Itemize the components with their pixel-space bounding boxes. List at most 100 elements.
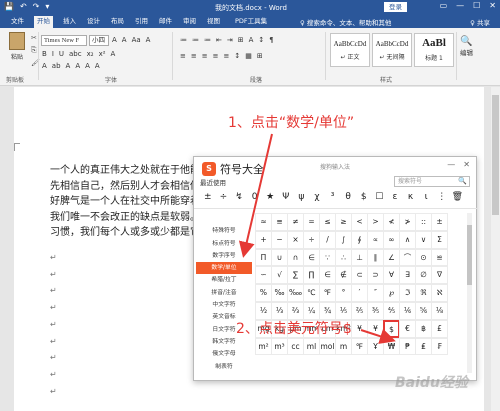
symbol-cell[interactable]: + xyxy=(255,230,272,249)
symbol-cell[interactable]: ml xyxy=(303,337,320,356)
symbol-cell[interactable]: ‱ xyxy=(287,284,304,302)
symbol-cell[interactable]: × xyxy=(287,230,304,249)
document-line[interactable]: 我们唯一不会改正的缺点是软弱。 xyxy=(50,210,200,226)
symbol-cell[interactable]: ∮ xyxy=(351,230,368,249)
recent-symbol[interactable]: 0 xyxy=(247,190,263,204)
symbol-cell[interactable]: = xyxy=(303,213,320,231)
symbol-cell[interactable]: m xyxy=(335,337,352,356)
symbol-cell[interactable]: m² xyxy=(255,337,272,356)
ribbon-command-icon[interactable]: ⇥ xyxy=(227,36,233,44)
tab-3[interactable]: 设计 xyxy=(84,16,103,28)
symbol-cell[interactable]: ∈ xyxy=(303,248,320,267)
ribbon-command-icon[interactable]: A xyxy=(66,62,71,70)
window-control-icon[interactable]: ▭ xyxy=(440,1,448,10)
symbol-cell[interactable]: ° xyxy=(335,284,352,302)
login-button[interactable]: 登录 xyxy=(384,2,407,12)
tell-me-search[interactable]: ♀ 搜索命令、文本、帮助和其他 xyxy=(300,17,391,27)
ribbon-command-icon[interactable]: ≡ xyxy=(224,52,230,60)
editing-button[interactable]: 🔍 编辑 xyxy=(460,36,473,57)
symbol-cell[interactable]: ₱ xyxy=(399,337,416,356)
symbol-cell[interactable]: ∇ xyxy=(431,266,448,285)
symbol-cell[interactable]: ∃ xyxy=(399,266,416,285)
symbol-cell[interactable]: Σ xyxy=(431,230,448,249)
tab-9[interactable]: PDF工具集 xyxy=(232,16,270,28)
ribbon-command-icon[interactable]: ≔ xyxy=(180,36,187,44)
symbol-cell[interactable]: % xyxy=(255,284,272,302)
recent-symbol[interactable]: ³ xyxy=(325,190,341,204)
ribbon-command-icon[interactable]: U xyxy=(59,50,64,58)
symbol-cell[interactable]: ⅘ xyxy=(383,301,400,320)
recent-symbol[interactable]: ↯ xyxy=(231,190,247,204)
symbol-cell[interactable]: ⌒ xyxy=(399,248,416,267)
category-item[interactable]: 拼音/注音 xyxy=(196,287,252,299)
share-button[interactable]: ♀ 共享 xyxy=(470,17,490,27)
window-control-icon[interactable]: — xyxy=(456,1,464,10)
ribbon-command-icon[interactable]: Aa xyxy=(132,36,141,44)
symbol-cell[interactable]: ∞ xyxy=(383,230,400,249)
symbol-cell[interactable]: ∑ xyxy=(287,266,304,285)
ribbon-command-icon[interactable]: ≡ xyxy=(180,52,186,60)
style-2[interactable]: AaBl 标题 1 xyxy=(414,33,454,67)
dialog-scrollbar-thumb[interactable] xyxy=(467,225,472,285)
symbol-cell[interactable]: ± xyxy=(431,213,448,231)
ribbon-command-icon[interactable]: B xyxy=(42,50,47,58)
ribbon-command-icon[interactable]: A xyxy=(111,50,116,58)
close-icon[interactable]: ✕ xyxy=(463,160,470,169)
recent-symbol[interactable]: ι xyxy=(418,190,434,204)
symbol-cell[interactable]: ≈ xyxy=(255,213,272,231)
ribbon-command-icon[interactable]: ⊞ xyxy=(238,36,244,44)
symbol-cell[interactable]: ₤ xyxy=(415,337,432,356)
ribbon-command-icon[interactable]: ab xyxy=(52,62,61,70)
recent-symbol[interactable]: $ xyxy=(356,190,372,204)
symbol-cell[interactable]: ℉ xyxy=(351,337,368,356)
tab-5[interactable]: 引用 xyxy=(132,16,151,28)
symbol-cell[interactable]: ℵ xyxy=(431,284,448,302)
ribbon-command-icon[interactable]: A xyxy=(95,62,100,70)
recent-symbol[interactable]: Ψ xyxy=(278,190,294,204)
symbol-cell[interactable]: ⅙ xyxy=(399,301,416,320)
search-icon[interactable]: 🔍 xyxy=(458,177,467,186)
recent-symbol[interactable]: ε xyxy=(387,190,403,204)
symbol-cell[interactable]: − xyxy=(271,230,288,249)
symbol-cell[interactable]: ′ xyxy=(351,284,368,302)
ribbon-command-icon[interactable]: A xyxy=(112,36,117,44)
symbol-cell[interactable]: ∴ xyxy=(335,248,352,267)
recent-symbol[interactable]: 🗑 xyxy=(450,190,466,204)
tab-2[interactable]: 插入 xyxy=(60,16,79,28)
symbol-cell[interactable]: ℃ xyxy=(303,284,320,302)
category-item[interactable]: 标点符号 xyxy=(196,238,252,250)
ribbon-command-icon[interactable]: ¶ xyxy=(269,36,273,44)
recent-symbol[interactable]: ψ xyxy=(294,190,310,204)
symbol-cell[interactable]: ⅛ xyxy=(431,301,448,320)
window-control-icon[interactable]: ✕ xyxy=(489,1,496,10)
symbol-cell[interactable]: ∧ xyxy=(399,230,416,249)
symbol-cell[interactable]: > xyxy=(367,213,384,231)
symbol-cell[interactable]: Ұ xyxy=(367,337,384,356)
recent-symbol[interactable]: ÷ xyxy=(216,190,232,204)
symbol-cell[interactable]: ‰ xyxy=(271,284,288,302)
ribbon-command-icon[interactable]: ⊞ xyxy=(257,52,263,60)
paste-button[interactable]: 粘贴 xyxy=(6,32,28,62)
symbol-cell[interactable]: ÷ xyxy=(303,230,320,249)
symbol-cell[interactable]: ∫ xyxy=(335,230,352,249)
symbol-cell[interactable]: ∨ xyxy=(415,230,432,249)
symbol-cell[interactable]: ⊥ xyxy=(351,248,368,267)
symbol-cell[interactable]: ∩ xyxy=(287,248,304,267)
recent-symbol[interactable]: θ xyxy=(340,190,356,204)
ribbon-command-icon[interactable]: ≡ xyxy=(213,52,219,60)
symbol-cell[interactable]: ¥ xyxy=(367,319,384,338)
ribbon-command-icon[interactable]: ≔ xyxy=(204,36,211,44)
symbol-cell[interactable]: ∏ xyxy=(303,266,320,285)
ribbon-command-icon[interactable]: x₂ xyxy=(87,50,94,58)
document-line[interactable]: 一个人的真正伟大之处就在于他能 xyxy=(50,163,200,179)
symbol-cell[interactable]: ℜ xyxy=(415,284,432,302)
quick-access-icon[interactable]: ↶ xyxy=(20,2,27,11)
symbol-cell[interactable]: < xyxy=(351,213,368,231)
vertical-scrollbar[interactable] xyxy=(491,87,500,411)
minimize-icon[interactable]: — xyxy=(447,160,455,169)
symbol-cell[interactable]: ℉ xyxy=(319,284,336,302)
tab-1[interactable]: 开始 xyxy=(34,16,53,28)
symbol-cell[interactable]: ℘ xyxy=(383,284,400,302)
dialog-scrollbar[interactable] xyxy=(467,213,472,373)
font-size-box[interactable]: 小四 xyxy=(89,35,109,46)
